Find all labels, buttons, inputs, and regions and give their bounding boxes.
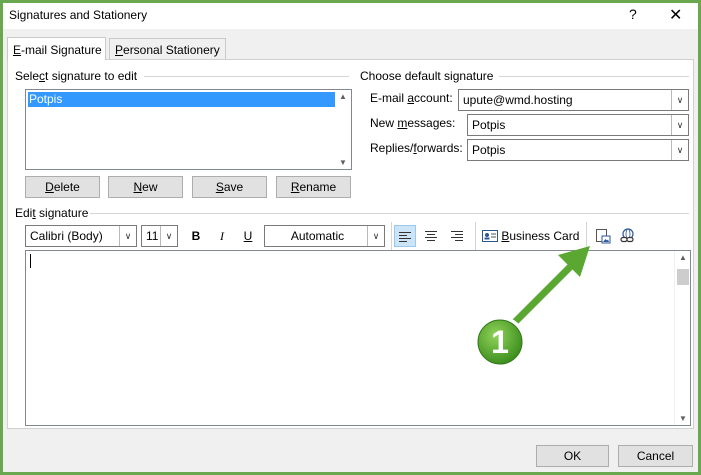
cancel-button[interactable]: Cancel	[618, 445, 693, 467]
chevron-down-icon[interactable]: ∨	[367, 226, 384, 246]
font-color-select[interactable]: Automatic ∨	[264, 225, 385, 247]
divider	[144, 76, 349, 77]
delete-button[interactable]: Delete	[25, 176, 100, 198]
new-button[interactable]: New	[108, 176, 183, 198]
align-center-icon	[425, 231, 437, 241]
font-size-value: 11	[146, 229, 159, 243]
replies-forwards-label: Replies/forwards:	[370, 141, 463, 155]
signature-list[interactable]: Potpis ▲ ▼	[25, 89, 352, 170]
window-title: Signatures and Stationery	[9, 8, 148, 22]
chevron-down-icon[interactable]: ∨	[119, 226, 136, 246]
default-signature-label: Choose default signature	[360, 69, 494, 83]
align-left-button[interactable]	[394, 225, 416, 247]
scroll-up-icon[interactable]: ▲	[679, 253, 687, 262]
scroll-up-icon[interactable]: ▲	[339, 92, 347, 101]
replies-forwards-select[interactable]: Potpis ∨	[467, 139, 689, 161]
signatures-dialog: Signatures and Stationery ? ✕ E-mail Sig…	[0, 0, 701, 475]
font-size-select[interactable]: 11 ∨	[141, 225, 178, 247]
edit-signature-label: Edit signature	[15, 206, 89, 220]
align-left-icon	[399, 232, 411, 242]
email-signature-panel: Select signature to edit Potpis ▲ ▼ Dele…	[7, 59, 694, 429]
new-messages-value: Potpis	[472, 118, 506, 132]
ok-button[interactable]: OK	[536, 445, 609, 467]
tab-personal-stationery[interactable]: Personal Stationery	[109, 38, 226, 60]
close-button[interactable]: ✕	[669, 5, 682, 25]
list-item[interactable]: Potpis	[28, 92, 335, 107]
chevron-down-icon[interactable]: ∨	[671, 115, 688, 135]
scroll-down-icon[interactable]: ▼	[339, 158, 347, 167]
scroll-down-icon[interactable]: ▼	[679, 414, 687, 423]
tab-email-signature[interactable]: E-mail Signature	[7, 37, 106, 60]
title-bar: Signatures and Stationery ? ✕	[3, 3, 698, 29]
bold-button[interactable]: B	[187, 225, 205, 247]
align-right-button[interactable]	[446, 225, 468, 247]
email-account-value: upute@wmd.hosting	[463, 93, 573, 107]
list-scrollbar[interactable]: ▲ ▼	[335, 90, 351, 169]
save-button[interactable]: Save	[192, 176, 267, 198]
tab-stationery-accel: P	[115, 43, 124, 57]
divider	[499, 76, 689, 77]
scroll-thumb[interactable]	[677, 269, 689, 285]
help-button[interactable]: ?	[629, 6, 637, 22]
chevron-down-icon[interactable]: ∨	[160, 226, 177, 246]
toolbar-separator	[586, 222, 587, 250]
font-family-value: Calibri (Body)	[30, 229, 103, 243]
new-messages-label: New messages:	[370, 116, 456, 130]
chevron-down-icon[interactable]: ∨	[671, 90, 688, 110]
underline-button[interactable]: U	[239, 225, 257, 247]
replies-forwards-value: Potpis	[472, 143, 506, 157]
signature-editor[interactable]: ▲ ▼	[25, 250, 691, 426]
business-card-button[interactable]: Business Card	[482, 225, 582, 247]
align-center-button[interactable]	[420, 225, 442, 247]
hyperlink-icon	[620, 228, 634, 243]
font-color-value: Automatic	[290, 229, 345, 243]
chevron-down-icon[interactable]: ∨	[671, 140, 688, 160]
divider	[90, 213, 689, 214]
hyperlink-button[interactable]	[617, 225, 639, 247]
select-signature-label: Select signature to edit	[15, 69, 138, 83]
new-messages-select[interactable]: Potpis ∨	[467, 114, 689, 136]
text-caret	[30, 254, 31, 268]
align-right-icon	[451, 231, 463, 241]
email-account-label: E-mail account:	[370, 91, 453, 105]
font-family-select[interactable]: Calibri (Body) ∨	[25, 225, 137, 247]
toolbar-separator	[391, 222, 392, 250]
insert-picture-button[interactable]	[592, 225, 614, 247]
tab-stationery-label: ersonal Stationery	[123, 43, 220, 57]
rename-button[interactable]: Rename	[276, 176, 351, 198]
annotation-badge-number: 1	[491, 324, 509, 360]
insert-picture-icon	[596, 229, 611, 244]
tab-email-label: -mail Signature	[21, 43, 102, 57]
business-card-icon	[482, 230, 498, 242]
italic-button[interactable]: I	[213, 225, 231, 247]
tab-email-accel: E	[13, 43, 22, 57]
email-account-select[interactable]: upute@wmd.hosting ∨	[458, 89, 689, 111]
toolbar-separator	[475, 222, 476, 250]
editor-scrollbar[interactable]: ▲ ▼	[674, 251, 690, 425]
